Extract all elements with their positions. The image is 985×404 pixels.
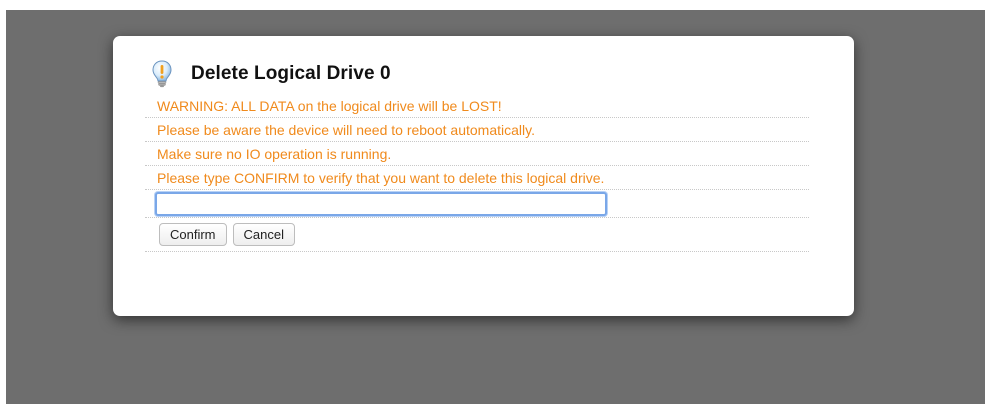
warning-io-text: Make sure no IO operation is running. (157, 145, 392, 162)
dialog-header: Delete Logical Drive 0 (151, 60, 391, 88)
message-row: Please type CONFIRM to verify that you w… (145, 166, 809, 190)
confirm-text-input[interactable] (155, 191, 607, 216)
message-row: WARNING: ALL DATA on the logical drive w… (145, 94, 809, 118)
lightbulb-warning-icon (151, 60, 173, 88)
input-row (145, 190, 809, 218)
dialog-body: WARNING: ALL DATA on the logical drive w… (145, 94, 809, 252)
message-row: Make sure no IO operation is running. (145, 142, 809, 166)
message-row: Please be aware the device will need to … (145, 118, 809, 142)
confirm-button[interactable]: Confirm (159, 223, 227, 246)
delete-drive-dialog: Delete Logical Drive 0 WARNING: ALL DATA… (113, 36, 854, 316)
warning-data-loss-text: WARNING: ALL DATA on the logical drive w… (157, 97, 502, 114)
cancel-button[interactable]: Cancel (232, 223, 295, 246)
confirm-instruction-text: Please type CONFIRM to verify that you w… (157, 169, 605, 186)
dialog-title: Delete Logical Drive 0 (191, 63, 391, 84)
button-row: Confirm Cancel (145, 218, 809, 252)
warning-reboot-text: Please be aware the device will need to … (157, 121, 535, 138)
